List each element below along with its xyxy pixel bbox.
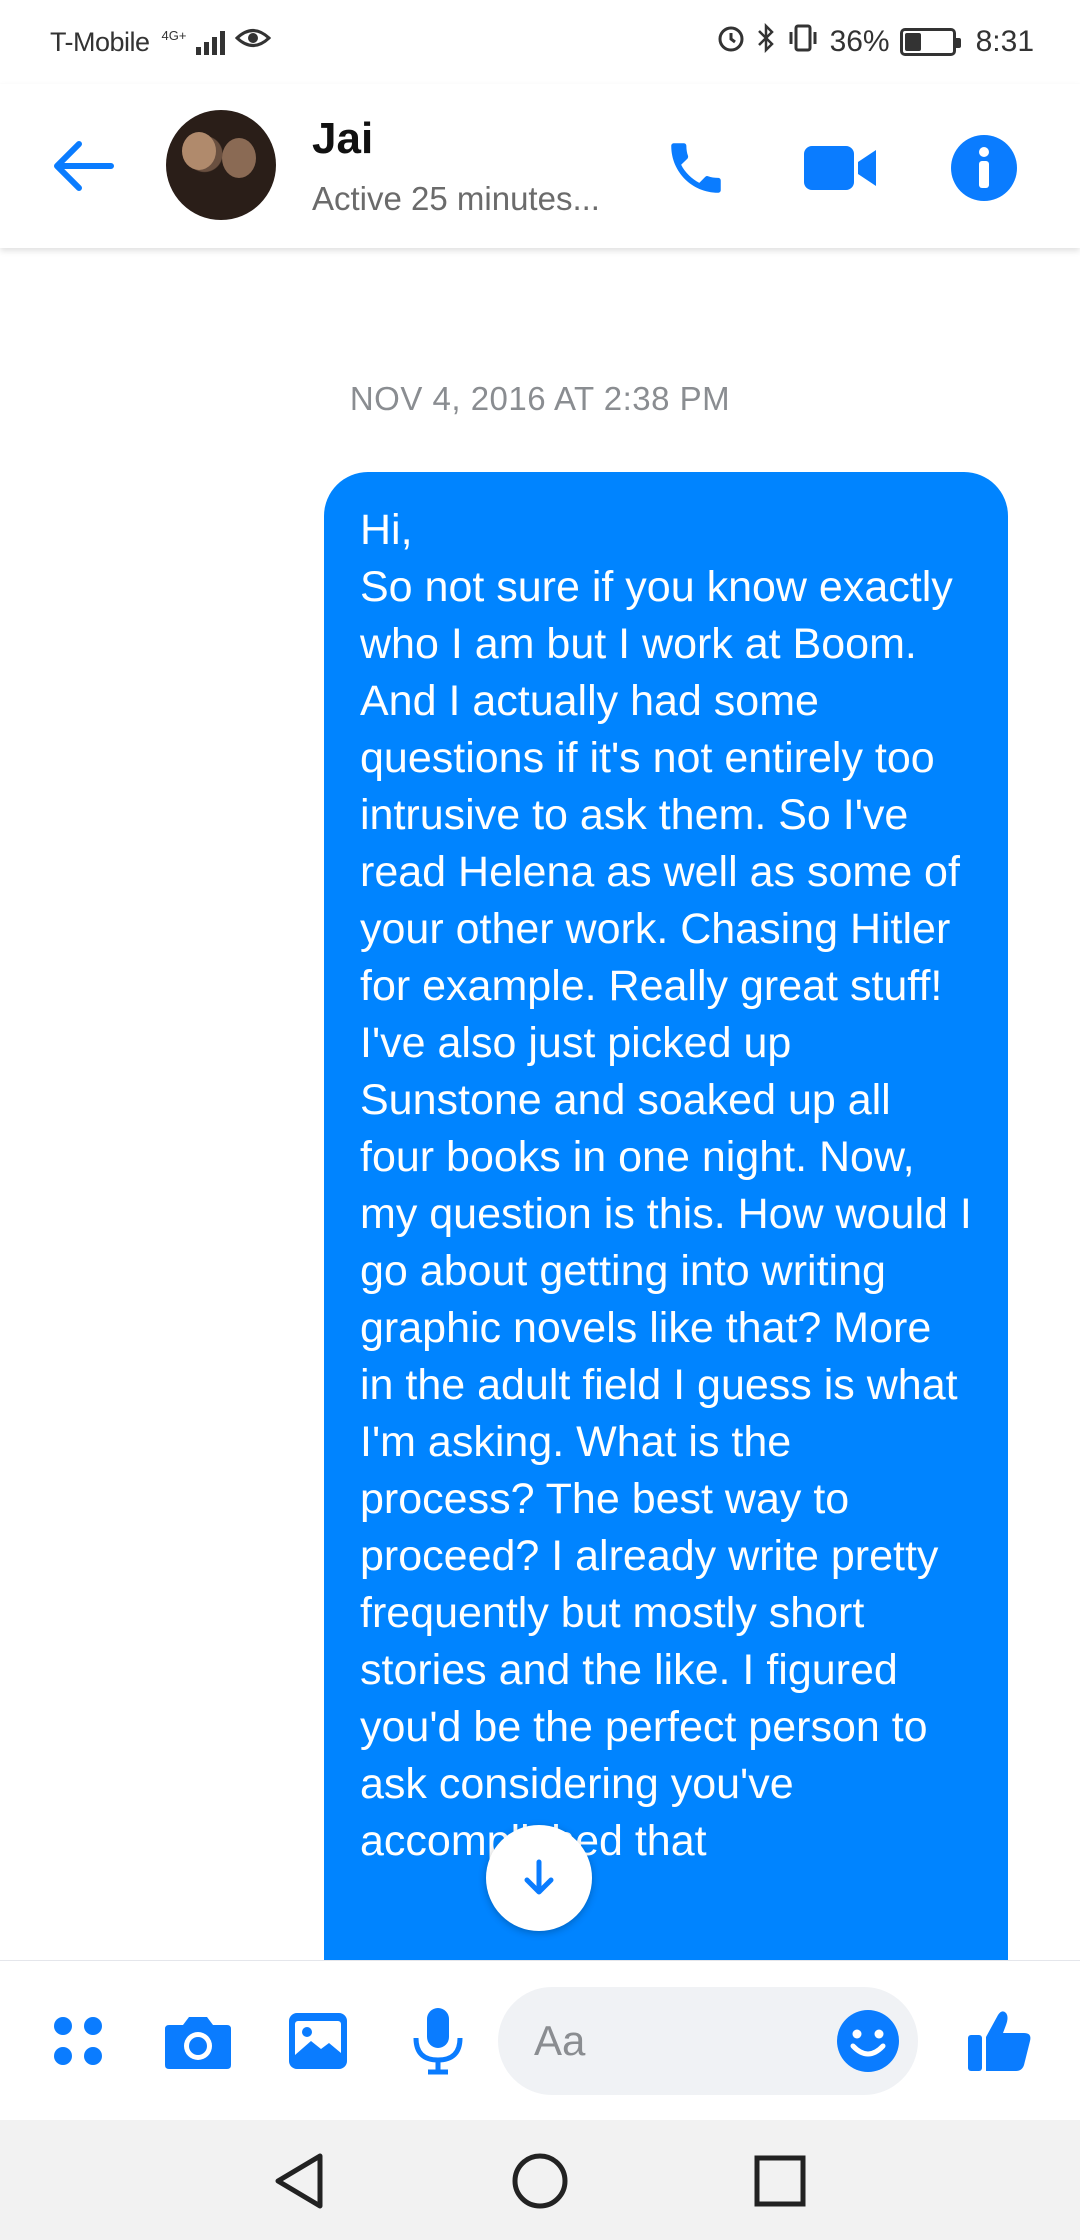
status-left: T-Mobile 4G+	[50, 25, 272, 59]
eye-comfort-icon	[235, 25, 272, 59]
message-text: Hi, So not sure if you know exactly who …	[360, 506, 972, 1865]
alarm-icon	[716, 23, 746, 61]
more-actions-button[interactable]	[40, 2003, 116, 2079]
message-timestamp: NOV 4, 2016 AT 2:38 PM	[349, 380, 731, 417]
signal-icon	[196, 29, 226, 55]
carrier-label: T-Mobile	[50, 26, 150, 57]
info-icon	[951, 135, 1017, 201]
gallery-icon	[289, 2013, 347, 2069]
status-right: 36% 8:31	[716, 22, 1034, 61]
circle-home-icon	[512, 2153, 568, 2209]
message-composer	[0, 1960, 1080, 2120]
phone-icon	[671, 143, 721, 193]
network-type-label: 4G+	[161, 27, 187, 43]
messenger-conversation-screen: T-Mobile 4G+ 36% 8:31 Jai Active 25 minu…	[0, 0, 1080, 2240]
contact-status: Active 25 minutes...	[312, 180, 600, 217]
video-camera-icon	[804, 146, 876, 190]
gallery-button[interactable]	[280, 2003, 356, 2079]
status-bar: T-Mobile 4G+ 36% 8:31	[0, 0, 1080, 84]
conversation-header: Jai Active 25 minutes...	[0, 84, 1080, 248]
back-button[interactable]	[46, 130, 118, 202]
call-button[interactable]	[658, 130, 734, 206]
system-navigation-bar	[0, 2120, 1080, 2240]
clock-time: 8:31	[975, 25, 1034, 58]
thumbs-up-icon	[968, 2011, 1031, 2071]
video-call-button[interactable]	[802, 130, 878, 206]
scroll-to-bottom-button[interactable]	[486, 1825, 592, 1931]
camera-button[interactable]	[160, 2003, 236, 2079]
battery-icon	[899, 28, 961, 56]
like-button[interactable]	[962, 2003, 1038, 2079]
voice-message-button[interactable]	[400, 2003, 476, 2079]
battery-level	[904, 33, 922, 51]
back-arrow-icon	[54, 141, 114, 191]
sent-message-bubble[interactable]: Hi, So not sure if you know exactly who …	[324, 472, 1008, 1992]
camera-icon	[165, 2017, 231, 2069]
arrow-down-icon	[524, 1859, 554, 1895]
emoji-icon	[837, 2010, 899, 2072]
bluetooth-icon	[756, 22, 776, 61]
info-button[interactable]	[946, 130, 1022, 206]
nav-recents-button[interactable]	[745, 2146, 815, 2216]
battery-percent: 36%	[829, 25, 890, 58]
square-recents-icon	[754, 2155, 806, 2207]
vibrate-icon	[786, 23, 820, 61]
contact-avatar[interactable]	[166, 110, 276, 220]
contact-name[interactable]: Jai	[312, 114, 373, 164]
triangle-back-icon	[275, 2153, 323, 2209]
nav-home-button[interactable]	[505, 2146, 575, 2216]
apps-icon	[54, 2017, 102, 2065]
emoji-button[interactable]	[828, 2001, 908, 2081]
microphone-icon	[413, 2008, 463, 2075]
nav-back-button[interactable]	[264, 2146, 334, 2216]
